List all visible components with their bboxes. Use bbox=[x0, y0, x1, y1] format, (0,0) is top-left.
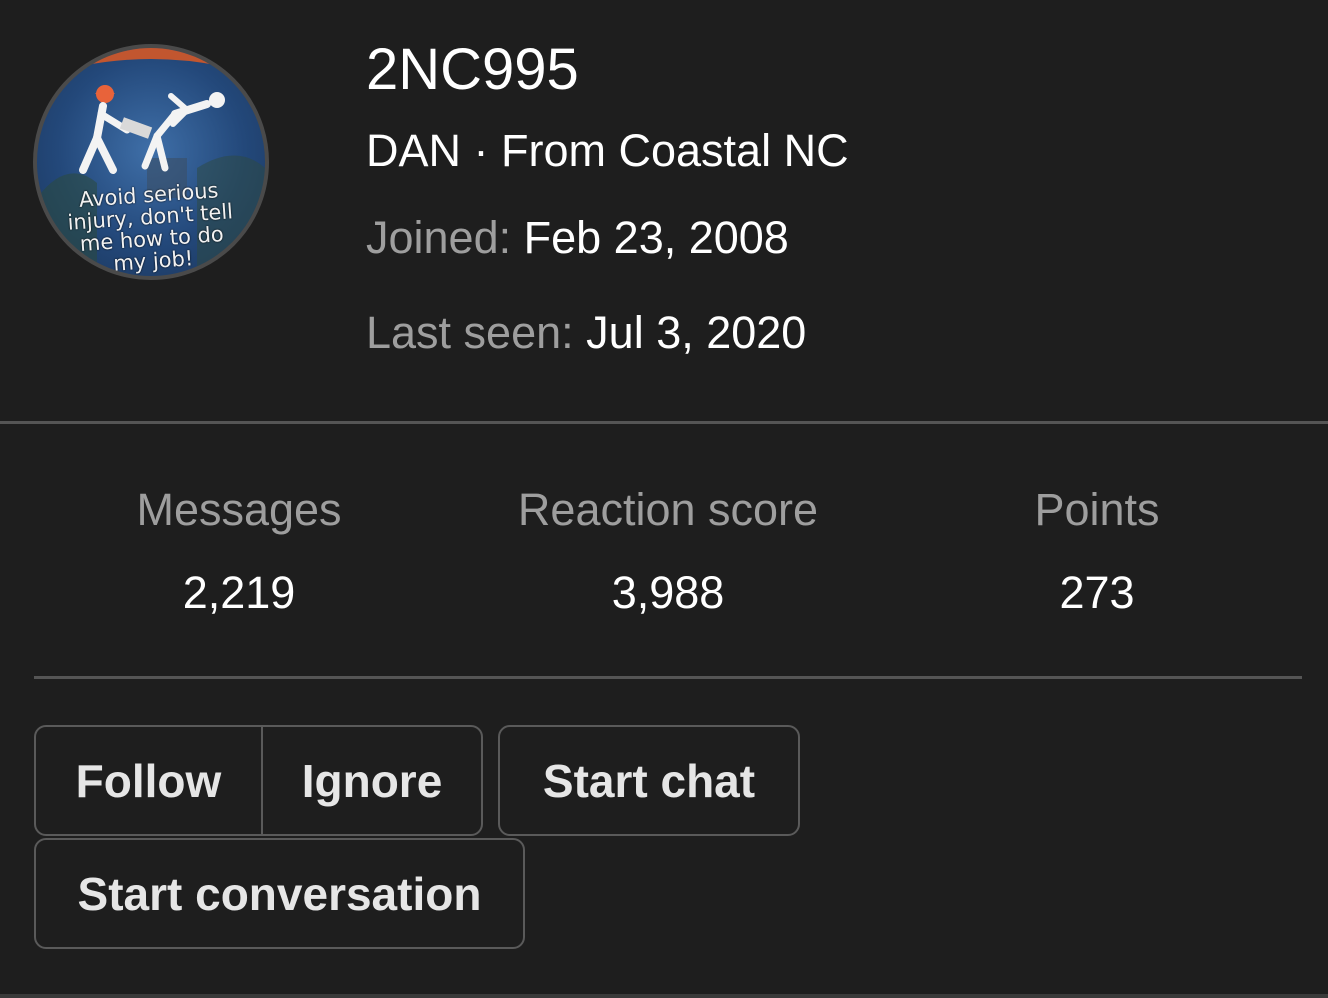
stat-value: 2,219 bbox=[182, 567, 296, 618]
stats-divider bbox=[34, 676, 1302, 679]
joined-date: Feb 23, 2008 bbox=[523, 212, 789, 263]
stat-messages[interactable]: Messages 2,219 bbox=[39, 470, 439, 636]
last-seen-date[interactable]: Jul 3, 2020 bbox=[586, 307, 806, 358]
stat-reaction-score[interactable]: Reaction score 3,988 bbox=[468, 470, 868, 636]
stat-label: Messages bbox=[136, 484, 342, 535]
header-divider bbox=[0, 421, 1328, 424]
stat-value: 3,988 bbox=[611, 567, 725, 618]
ignore-button[interactable]: Ignore bbox=[263, 727, 481, 834]
joined-info: Joined: Feb 23, 2008 bbox=[366, 211, 789, 265]
username: 2NC995 bbox=[366, 37, 579, 102]
stat-points[interactable]: Points 273 bbox=[897, 470, 1297, 636]
user-subtitle: DAN · From Coastal NC bbox=[366, 125, 849, 176]
avatar-caption: Avoid serious injury, don't tell me how … bbox=[37, 176, 265, 276]
stat-label: Reaction score bbox=[517, 484, 819, 535]
last-seen-label: Last seen: bbox=[366, 307, 574, 358]
follow-button[interactable]: Follow bbox=[36, 727, 263, 834]
stat-label: Points bbox=[1034, 484, 1160, 535]
stats-row: Messages 2,219 Reaction score 3,988 Poin… bbox=[0, 470, 1328, 630]
start-conversation-button[interactable]: Start conversation bbox=[34, 838, 525, 949]
bottom-divider bbox=[0, 994, 1328, 998]
follow-ignore-group: Follow Ignore bbox=[34, 725, 483, 836]
avatar[interactable]: Avoid serious injury, don't tell me how … bbox=[33, 44, 269, 280]
profile-header: Avoid serious injury, don't tell me how … bbox=[0, 0, 1328, 423]
stat-value: 273 bbox=[1059, 567, 1135, 618]
joined-label: Joined: bbox=[366, 212, 512, 263]
last-seen-info: Last seen: Jul 3, 2020 bbox=[366, 306, 806, 360]
start-chat-button[interactable]: Start chat bbox=[498, 725, 800, 836]
